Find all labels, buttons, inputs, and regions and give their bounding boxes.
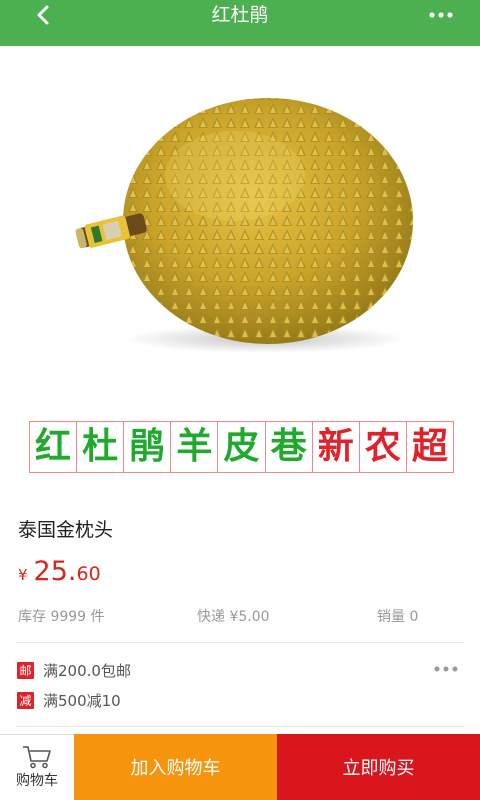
bottom-action-bar: 购物车 加入购物车 立即购买	[0, 734, 480, 800]
shipping-info: 快递 ¥5.00	[197, 609, 270, 625]
add-to-cart-button[interactable]: 加入购物车	[74, 734, 277, 800]
buy-now-button[interactable]: 立即购买	[277, 734, 480, 800]
promotion-text: 满200.0包邮	[43, 662, 131, 680]
banner-char: 羊	[170, 421, 219, 473]
divider	[16, 726, 464, 727]
shopping-cart-icon	[23, 746, 51, 769]
more-horizontal-icon	[434, 666, 458, 672]
cart-label: 购物车	[16, 773, 58, 789]
price-integer: 25.	[33, 556, 77, 587]
banner-char: 红	[29, 421, 78, 473]
more-options-button[interactable]	[424, 0, 458, 30]
currency-symbol: ¥	[18, 566, 28, 584]
stock-info: 库存 9999 件	[18, 609, 105, 625]
promotion-tag: 减	[17, 692, 34, 709]
store-banner: 红 杜 鹃 羊 皮 巷 新 农 超	[29, 421, 454, 473]
promotion-text: 满500减10	[43, 692, 121, 710]
banner-char: 巷	[264, 421, 313, 473]
promotion-item: 减 满500减10	[17, 690, 121, 711]
promotion-item: 邮 满200.0包邮	[17, 660, 131, 681]
product-price: ¥25.60	[18, 556, 101, 587]
product-name: 泰国金枕头	[18, 519, 114, 541]
durian-image	[75, 98, 413, 353]
promotion-more-button[interactable]	[432, 659, 460, 679]
more-horizontal-icon	[429, 12, 453, 18]
banner-char: 新	[311, 421, 360, 473]
banner-char: 农	[358, 421, 407, 473]
banner-char: 杜	[76, 421, 125, 473]
product-image[interactable]	[0, 46, 480, 482]
price-decimal: 60	[76, 563, 101, 585]
banner-char: 皮	[217, 421, 266, 473]
promotion-tag: 邮	[17, 662, 34, 679]
cart-button[interactable]: 购物车	[0, 734, 74, 800]
sales-info: 销量 0	[377, 609, 419, 625]
page-title: 红杜鹃	[211, 4, 269, 26]
divider	[16, 642, 464, 643]
banner-char: 超	[405, 421, 454, 473]
banner-char: 鹃	[123, 421, 172, 473]
top-bar: 红杜鹃	[0, 0, 480, 46]
